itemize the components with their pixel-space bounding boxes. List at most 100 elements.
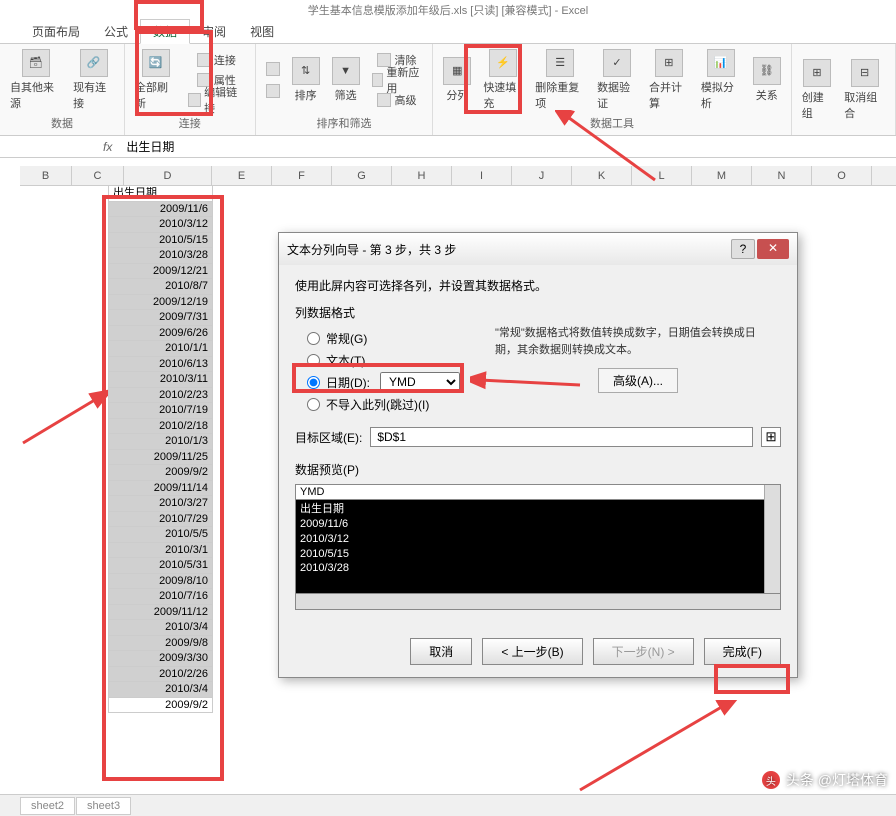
data-cell[interactable]: 2010/7/19 <box>108 403 213 419</box>
col-header-c[interactable]: C <box>72 166 124 185</box>
edit-links-button[interactable]: 编辑链接 <box>184 90 249 110</box>
whatif-icon: 📊 <box>707 49 735 77</box>
dialog-close-button[interactable]: ✕ <box>757 239 789 259</box>
col-header-g[interactable]: G <box>332 166 392 185</box>
fx-icon[interactable]: fx <box>95 140 120 154</box>
data-cell[interactable]: 2010/3/1 <box>108 543 213 559</box>
data-cell[interactable]: 2010/7/29 <box>108 512 213 528</box>
col-header-k[interactable]: K <box>572 166 632 185</box>
data-cell[interactable]: 2009/8/10 <box>108 574 213 590</box>
radio-skip[interactable] <box>307 398 320 411</box>
filter-button[interactable]: ▼筛选 <box>328 55 364 105</box>
data-cell[interactable]: 2010/8/7 <box>108 279 213 295</box>
tab-formulas[interactable]: 公式 <box>92 20 140 43</box>
data-cell[interactable]: 2009/11/12 <box>108 605 213 621</box>
data-cell[interactable]: 2010/7/16 <box>108 589 213 605</box>
radio-text[interactable] <box>307 354 320 367</box>
flash-fill-button[interactable]: ⚡快速填充 <box>479 47 527 113</box>
data-cell[interactable]: 2010/2/18 <box>108 419 213 435</box>
back-button[interactable]: < 上一步(B) <box>482 638 582 665</box>
col-header-h[interactable]: H <box>392 166 452 185</box>
consolidate-button[interactable]: ⊞合并计算 <box>645 47 693 113</box>
text-to-columns-button[interactable]: ▦分列 <box>439 55 475 105</box>
data-cell[interactable]: 2010/3/4 <box>108 682 213 698</box>
cancel-button[interactable]: 取消 <box>410 638 472 665</box>
tab-data[interactable]: 数据 <box>140 19 190 44</box>
col-header-d[interactable]: D <box>124 166 212 185</box>
data-cell[interactable]: 2010/3/4 <box>108 620 213 636</box>
advanced-button[interactable]: 高级(A)... <box>598 368 678 393</box>
col-header-o[interactable]: O <box>812 166 872 185</box>
data-cell[interactable]: 2010/2/26 <box>108 667 213 683</box>
group-button[interactable]: ⊞创建组 <box>798 57 837 123</box>
tab-view[interactable]: 视图 <box>238 20 286 43</box>
advanced-filter-button[interactable]: 高级 <box>368 90 427 110</box>
label-date[interactable]: 日期(D): <box>326 374 370 391</box>
col-header-i[interactable]: I <box>452 166 512 185</box>
data-cell[interactable]: 2009/9/8 <box>108 636 213 652</box>
data-cell[interactable]: 2010/2/23 <box>108 388 213 404</box>
dialog-titlebar[interactable]: 文本分列向导 - 第 3 步，共 3 步 ? ✕ <box>279 233 797 265</box>
finish-button[interactable]: 完成(F) <box>704 638 781 665</box>
data-cell[interactable]: 2009/9/2 <box>108 465 213 481</box>
data-cell[interactable]: 2010/3/28 <box>108 248 213 264</box>
data-cell[interactable]: 2009/12/21 <box>108 264 213 280</box>
sort-asc-button[interactable] <box>262 59 284 79</box>
date-format-dropdown[interactable]: YMD <box>380 372 460 392</box>
data-cell[interactable]: 2010/3/27 <box>108 496 213 512</box>
label-skip[interactable]: 不导入此列(跳过)(I) <box>326 396 429 413</box>
cell-header[interactable]: 出生日期 <box>108 186 213 202</box>
sheet-tab-sheet2[interactable]: sheet2 <box>20 797 75 815</box>
formula-content[interactable]: 出生日期 <box>120 138 180 155</box>
from-other-sources-button[interactable]: 🗃自其他来源 <box>6 47 65 113</box>
sort-desc-button[interactable] <box>262 81 284 101</box>
col-header-l[interactable]: L <box>632 166 692 185</box>
col-header-j[interactable]: J <box>512 166 572 185</box>
what-if-button[interactable]: 📊模拟分析 <box>697 47 745 113</box>
tab-page-layout[interactable]: 页面布局 <box>20 20 92 43</box>
preview-vscrollbar[interactable] <box>764 485 780 593</box>
range-picker-button[interactable]: ⊞ <box>761 427 781 447</box>
connections-button[interactable]: 连接 <box>184 50 249 70</box>
remove-duplicates-button[interactable]: ☰删除重复项 <box>531 47 589 113</box>
data-cell[interactable]: 2010/3/12 <box>108 217 213 233</box>
sheet-tab-sheet3[interactable]: sheet3 <box>76 797 131 815</box>
data-cell[interactable]: 2010/3/11 <box>108 372 213 388</box>
preview-hscrollbar[interactable] <box>295 594 781 610</box>
data-cell[interactable]: 2009/6/26 <box>108 326 213 342</box>
reapply-button[interactable]: 重新应用 <box>368 70 427 90</box>
data-cell[interactable]: 2010/5/15 <box>108 233 213 249</box>
existing-connections-button[interactable]: 🔗现有连接 <box>69 47 118 113</box>
tab-review[interactable]: 审阅 <box>190 20 238 43</box>
data-cell[interactable]: 2009/3/30 <box>108 651 213 667</box>
format-section-label: 列数据格式 <box>295 304 781 321</box>
label-general[interactable]: 常规(G) <box>326 330 367 347</box>
data-cell[interactable]: 2009/7/31 <box>108 310 213 326</box>
target-range-input[interactable] <box>370 427 753 447</box>
data-cell[interactable]: 2010/1/3 <box>108 434 213 450</box>
col-header-f[interactable]: F <box>272 166 332 185</box>
col-header-e[interactable]: E <box>212 166 272 185</box>
data-cell[interactable]: 2009/12/19 <box>108 295 213 311</box>
col-header-b[interactable]: B <box>20 166 72 185</box>
data-cell[interactable]: 2010/6/13 <box>108 357 213 373</box>
radio-date[interactable] <box>307 376 320 389</box>
relationships-button[interactable]: ⛓关系 <box>749 55 785 105</box>
data-cell[interactable]: 2009/9/2 <box>108 698 213 714</box>
label-text[interactable]: 文本(T) <box>326 352 365 369</box>
data-cell[interactable]: 2010/1/1 <box>108 341 213 357</box>
data-cell[interactable]: 2009/11/14 <box>108 481 213 497</box>
radio-general[interactable] <box>307 332 320 345</box>
dialog-help-button[interactable]: ? <box>731 239 755 259</box>
sort-button[interactable]: ⇅排序 <box>288 55 324 105</box>
col-header-n[interactable]: N <box>752 166 812 185</box>
data-cell[interactable]: 2010/5/31 <box>108 558 213 574</box>
ungroup-button[interactable]: ⊟取消组合 <box>840 57 889 123</box>
col-header-m[interactable]: M <box>692 166 752 185</box>
data-cell[interactable]: 2009/11/6 <box>108 202 213 218</box>
refresh-all-button[interactable]: 🔄全部刷新 <box>131 47 180 113</box>
preview-column-header[interactable]: YMD <box>296 485 780 500</box>
data-cell[interactable]: 2010/5/5 <box>108 527 213 543</box>
data-cell[interactable]: 2009/11/25 <box>108 450 213 466</box>
data-validation-button[interactable]: ✓数据验证 <box>593 47 641 113</box>
